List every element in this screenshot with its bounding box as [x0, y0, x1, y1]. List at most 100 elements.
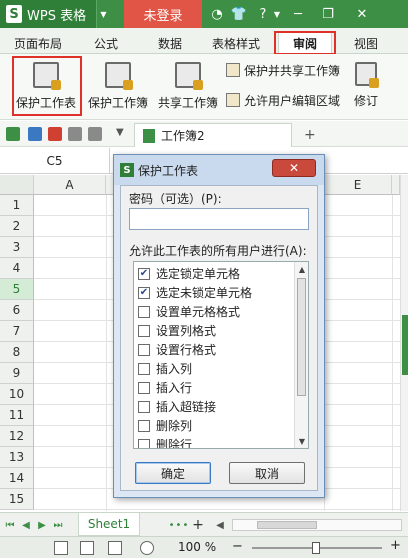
page-break-view-icon[interactable] [108, 541, 122, 555]
customize-dropdown-icon[interactable]: ▼ [116, 127, 130, 141]
permission-item[interactable]: 设置行格式 [138, 340, 216, 359]
protect-workbook-button[interactable]: 保护工作簿 [84, 58, 152, 114]
app-menu-dropdown-icon[interactable]: ▼ [96, 0, 110, 28]
allow-user-edit-button[interactable]: 允许用户编辑区域 [226, 90, 340, 110]
permission-item[interactable]: 删除列 [138, 416, 192, 435]
zoom-out-icon[interactable]: − [232, 539, 243, 554]
new-tab-icon[interactable]: + [304, 127, 318, 143]
help-icon[interactable]: ? [254, 0, 272, 28]
row-header[interactable]: 7 [0, 321, 34, 342]
horizontal-scrollbar[interactable] [232, 519, 402, 531]
horizontal-scroll-thumb[interactable] [257, 521, 317, 529]
reading-mode-icon[interactable] [140, 541, 154, 555]
checkbox-icon[interactable] [138, 305, 150, 318]
new-file-icon[interactable] [6, 127, 20, 141]
row-header[interactable]: 5 [0, 279, 34, 300]
more-sheets-icon[interactable]: ••• [169, 518, 189, 532]
vertical-scrollbar[interactable] [400, 175, 408, 511]
shirt-icon[interactable]: 👕 [230, 0, 248, 28]
login-button[interactable]: 未登录 [124, 0, 202, 28]
print-icon[interactable] [68, 127, 82, 141]
row-header[interactable]: 6 [0, 300, 34, 321]
row-header[interactable]: 11 [0, 405, 34, 426]
checkbox-icon[interactable] [138, 438, 150, 448]
checkbox-icon[interactable] [138, 419, 150, 432]
document-tab-label: 工作簿2 [161, 129, 205, 143]
tab-formulas[interactable]: 公式 [86, 32, 126, 54]
row-header[interactable]: 14 [0, 468, 34, 489]
permission-item[interactable]: 插入行 [138, 378, 192, 397]
row-header[interactable]: 1 [0, 195, 34, 216]
row-header[interactable]: 3 [0, 237, 34, 258]
checked-checkbox-icon[interactable]: ✔ [138, 267, 150, 280]
tab-data[interactable]: 数据 [150, 32, 190, 54]
last-sheet-icon[interactable]: ⏭ [52, 518, 64, 532]
dialog-close-button[interactable]: ✕ [272, 159, 316, 177]
permission-item[interactable]: 删除行 [138, 435, 192, 448]
checkbox-icon[interactable] [138, 362, 150, 375]
tab-view[interactable]: 视图 [344, 32, 388, 54]
permissions-scroll-thumb[interactable] [297, 278, 306, 396]
zoom-slider-knob[interactable] [312, 542, 320, 554]
sheet-scroll-left-icon[interactable]: ◀ [214, 518, 226, 532]
select-all-corner[interactable] [0, 175, 34, 195]
cancel-button[interactable]: 取消 [229, 462, 305, 484]
export-pdf-icon[interactable] [48, 127, 62, 141]
permission-item[interactable]: ✔ 选定锁定单元格 [138, 264, 240, 283]
protect-and-share-button[interactable]: 保护并共享工作簿 [226, 60, 340, 80]
cell-reference[interactable]: C5 [0, 148, 110, 174]
password-input[interactable] [129, 208, 309, 230]
row-header[interactable]: 12 [0, 426, 34, 447]
add-sheet-icon[interactable]: + [192, 517, 204, 533]
tab-page-layout[interactable]: 页面布局 [10, 32, 66, 54]
prev-sheet-icon[interactable]: ◀ [20, 518, 32, 532]
scroll-down-icon[interactable]: ▼ [295, 434, 308, 448]
column-header-f[interactable] [392, 175, 400, 195]
ok-button[interactable]: 确定 [135, 462, 211, 484]
scroll-up-icon[interactable]: ▲ [295, 262, 308, 276]
row-header[interactable]: 10 [0, 384, 34, 405]
permission-item[interactable]: 设置列格式 [138, 321, 216, 340]
save-icon[interactable] [28, 127, 42, 141]
share-workbook-button[interactable]: 共享工作簿 [154, 58, 222, 114]
print-preview-icon[interactable] [88, 127, 102, 141]
column-header-e[interactable]: E [324, 175, 392, 195]
column-header-a[interactable]: A [34, 175, 106, 195]
app-menu-button[interactable]: S WPS 表格 [0, 0, 96, 28]
first-sheet-icon[interactable]: ⏮ [4, 518, 16, 532]
checkbox-icon[interactable] [138, 324, 150, 337]
skin-icon[interactable]: ◔ [208, 0, 226, 28]
restore-icon[interactable]: ❐ [318, 0, 338, 28]
permissions-scrollbar[interactable]: ▲ ▼ [294, 262, 308, 448]
checked-checkbox-icon[interactable]: ✔ [138, 286, 150, 299]
zoom-level[interactable]: 100 % [178, 540, 216, 554]
document-tab[interactable]: 工作簿2 [134, 123, 292, 147]
permission-label: 插入行 [156, 381, 193, 395]
row-header[interactable]: 4 [0, 258, 34, 279]
row-header[interactable]: 9 [0, 363, 34, 384]
permission-item[interactable]: ✔ 选定未锁定单元格 [138, 283, 252, 302]
row-header[interactable]: 8 [0, 342, 34, 363]
minimize-icon[interactable]: ─ [288, 0, 308, 28]
checkbox-icon[interactable] [138, 381, 150, 394]
page-layout-view-icon[interactable] [80, 541, 94, 555]
zoom-in-icon[interactable]: + [390, 538, 401, 553]
permissions-list[interactable]: ✔ 选定锁定单元格 ✔ 选定未锁定单元格 设置单元格格式 设置列格式 设置行格式 插入列插入行… [133, 261, 309, 449]
row-header[interactable]: 15 [0, 489, 34, 510]
password-label: 密码（可选）(P): [129, 192, 222, 206]
checkbox-icon[interactable] [138, 343, 150, 356]
permission-item[interactable]: 插入列 [138, 359, 192, 378]
tab-table-style[interactable]: 表格样式 [204, 32, 268, 54]
next-sheet-icon[interactable]: ▶ [36, 518, 48, 532]
dialog-title: 保护工作表 [138, 163, 199, 178]
revise-button[interactable]: 修订 [344, 58, 388, 114]
close-icon[interactable]: ✕ [352, 0, 372, 28]
sheet-tab-sheet1[interactable]: Sheet1 [78, 513, 140, 536]
normal-view-icon[interactable] [54, 541, 68, 555]
checkbox-icon[interactable] [138, 400, 150, 413]
row-header[interactable]: 13 [0, 447, 34, 468]
permission-item[interactable]: 插入超链接 [138, 397, 216, 416]
permission-item[interactable]: 设置单元格格式 [138, 302, 240, 321]
row-header[interactable]: 2 [0, 216, 34, 237]
help-dropdown-icon[interactable]: ▼ [272, 0, 282, 28]
